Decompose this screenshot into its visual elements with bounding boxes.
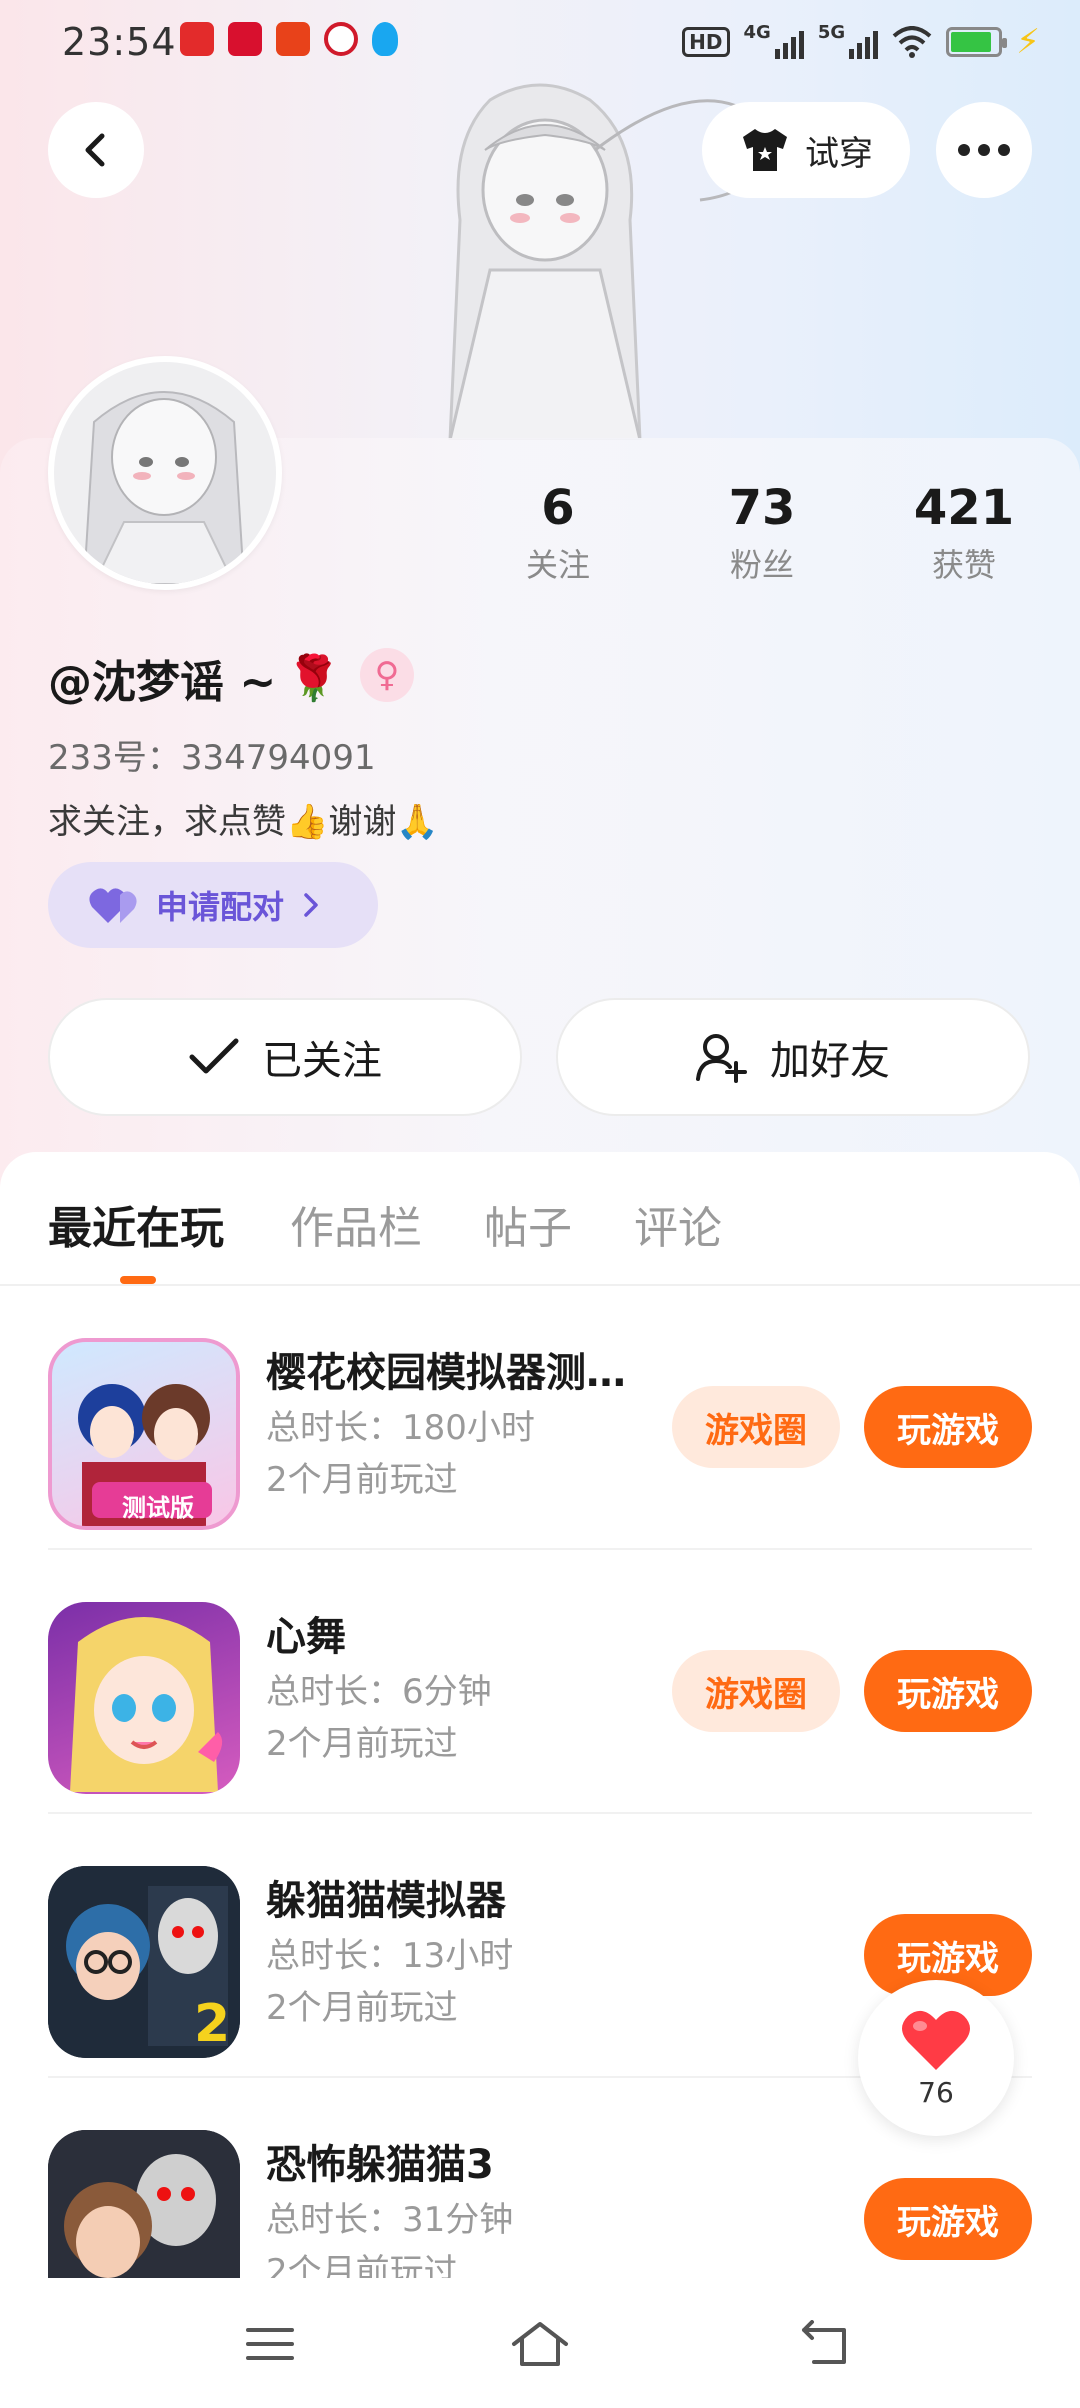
- status-time: 23:54: [62, 20, 177, 64]
- tab-active-indicator: [120, 1276, 156, 1284]
- user-bio: 求关注，求点赞👍谢谢🙏: [48, 802, 439, 842]
- network-5g-label: 5G: [817, 22, 846, 43]
- more-dot-icon: [978, 144, 990, 156]
- qq-icon: [372, 22, 398, 56]
- more-dot-icon: [958, 144, 970, 156]
- battery-icon: [946, 27, 1008, 57]
- gender-female-icon: ♀: [360, 648, 414, 702]
- game-icon: 2: [48, 1866, 240, 2058]
- floating-like-button[interactable]: 76: [858, 1980, 1014, 2136]
- request-pair-button[interactable]: 申请配对: [48, 862, 378, 948]
- game-duration: 总时长：13小时: [266, 1936, 514, 1976]
- tshirt-icon: [743, 129, 787, 171]
- add-friend-button[interactable]: 加好友: [556, 998, 1030, 1116]
- game-name: 躲猫猫模拟器: [266, 1878, 506, 1924]
- likes-label: 获赞: [931, 546, 996, 584]
- game-icon-badge: 测试版: [122, 1494, 194, 1522]
- notification-icons: [180, 22, 398, 56]
- menu-icon[interactable]: [240, 2316, 300, 2372]
- game-last-played: 2个月前玩过: [266, 2252, 458, 2278]
- signal-icon: [849, 25, 879, 59]
- home-icon[interactable]: [510, 2316, 570, 2372]
- avatar-image: [54, 362, 276, 584]
- game-last-played: 2个月前玩过: [266, 1460, 458, 1500]
- play-game-button[interactable]: 玩游戏: [864, 1386, 1032, 1468]
- add-friend-label: 加好友: [770, 1038, 890, 1084]
- username: @沈梦谣 ~ 🌹: [48, 646, 341, 710]
- followed-label: 已关注: [262, 1038, 382, 1084]
- following-label: 关注: [525, 546, 590, 584]
- game-name: 心舞: [266, 1614, 346, 1660]
- game-icon: [48, 1602, 240, 1794]
- game-duration: 总时长：6分钟: [266, 1672, 492, 1712]
- game-row[interactable]: 心舞 总时长：6分钟 2个月前玩过 游戏圈 玩游戏: [48, 1550, 1032, 1814]
- app-notification-icon: [228, 22, 262, 56]
- tab-comments[interactable]: 评论: [634, 1192, 722, 1256]
- app-notification-icon: [276, 22, 310, 56]
- back-button[interactable]: [48, 102, 144, 198]
- stat-followers[interactable]: 73 粉丝: [682, 480, 842, 586]
- profile-tabs: 最近在玩 作品栏 帖子 评论: [0, 1152, 1080, 1286]
- like-count: 76: [918, 2075, 954, 2109]
- followers-label: 粉丝: [729, 546, 794, 584]
- game-icon: [48, 2130, 240, 2278]
- hd-icon: HD: [682, 27, 730, 57]
- chevron-left-icon: [85, 133, 105, 167]
- network-4g-label: 4G: [743, 22, 771, 43]
- play-game-button[interactable]: 玩游戏: [864, 2178, 1032, 2260]
- rose-emoji: 🌹: [286, 653, 341, 704]
- tab-recently-played[interactable]: 最近在玩: [48, 1192, 224, 1256]
- gender-symbol: ♀: [374, 655, 400, 695]
- game-name: 恐怖躲猫猫3: [266, 2142, 494, 2188]
- app-notification-icon: [180, 22, 214, 56]
- game-circle-button[interactable]: 游戏圈: [672, 1650, 840, 1732]
- chevron-right-icon: [304, 893, 318, 917]
- tab-posts[interactable]: 帖子: [484, 1192, 572, 1256]
- charging-icon: ⚡: [1016, 22, 1040, 62]
- avatar[interactable]: [48, 356, 282, 590]
- game-icon: 测试版: [48, 1338, 240, 1530]
- game-name: 樱花校园模拟器测试版: [266, 1350, 656, 1396]
- username-text: @沈梦谣 ~: [48, 657, 277, 708]
- game-last-played: 2个月前玩过: [266, 1988, 458, 2028]
- stat-following[interactable]: 6 关注: [478, 480, 638, 586]
- likes-count: 421: [913, 480, 1015, 536]
- status-right-icons: HD 4G 5G ⚡: [682, 22, 1040, 62]
- request-pair-label: 申请配对: [156, 888, 285, 926]
- more-dot-icon: [998, 144, 1010, 156]
- game-duration: 总时长：31分钟: [266, 2200, 514, 2240]
- back-nav-icon[interactable]: [796, 2316, 856, 2372]
- system-navigation-bar: [0, 2278, 1080, 2408]
- app-notification-icon: [324, 22, 358, 56]
- game-icon-badge: 2: [194, 1994, 231, 2054]
- wifi-icon: [892, 26, 932, 58]
- tab-works[interactable]: 作品栏: [290, 1192, 422, 1256]
- try-on-label: 试穿: [805, 133, 873, 174]
- try-on-button[interactable]: 试穿: [702, 102, 910, 198]
- game-row[interactable]: 测试版 樱花校园模拟器测试版 总时长：180小时 2个月前玩过 游戏圈 玩游戏: [48, 1286, 1032, 1550]
- following-count: 6: [541, 480, 575, 536]
- game-circle-button[interactable]: 游戏圈: [672, 1386, 840, 1468]
- followers-count: 73: [728, 480, 796, 536]
- heart-icon: [902, 2010, 970, 2070]
- stat-likes[interactable]: 421 获赞: [884, 480, 1044, 586]
- status-bar: 23:54 HD 4G 5G ⚡: [0, 0, 1080, 86]
- play-game-button[interactable]: 玩游戏: [864, 1650, 1032, 1732]
- checkmark-icon: [189, 1038, 239, 1074]
- signal-icon: [774, 25, 804, 59]
- profile-page: 23:54 HD 4G 5G ⚡ 试穿 6 关注 73 粉丝 421 获赞 @沈…: [0, 0, 1080, 2408]
- game-last-played: 2个月前玩过: [266, 1724, 458, 1764]
- add-user-icon: [696, 1034, 747, 1083]
- heart-pair-icon: [89, 888, 137, 923]
- game-duration: 总时长：180小时: [266, 1408, 535, 1448]
- more-button[interactable]: [936, 102, 1032, 198]
- followed-button[interactable]: 已关注: [48, 998, 522, 1116]
- user-id: 233号：334794091: [48, 738, 376, 778]
